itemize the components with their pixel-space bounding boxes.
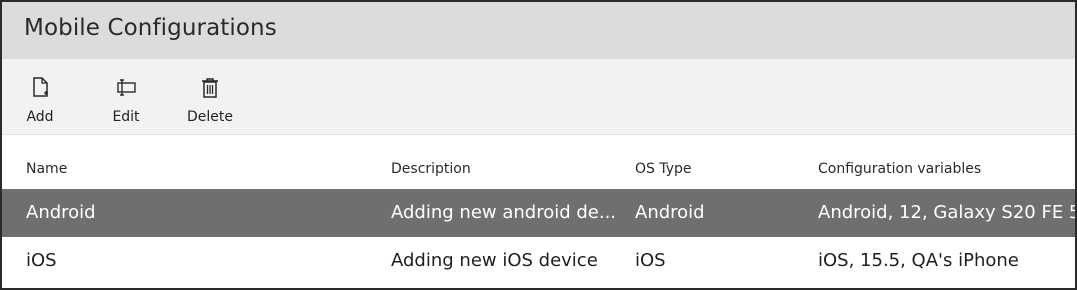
column-header-configuration-variables[interactable]: Configuration variables — [818, 161, 981, 177]
column-header-description[interactable]: Description — [391, 161, 471, 177]
cell-configuration-variables: Android, 12, Galaxy S20 FE 5G — [818, 202, 1077, 223]
add-button-label: Add — [26, 109, 54, 125]
add-button[interactable]: Add — [10, 75, 70, 127]
edit-field-icon — [117, 79, 136, 96]
column-header-name[interactable]: Name — [26, 161, 67, 177]
title-bar: Mobile Configurations — [2, 2, 1075, 59]
edit-button[interactable]: Edit — [96, 75, 156, 127]
delete-button[interactable]: Delete — [180, 75, 240, 127]
toolbar: Add Edit Delete — [2, 59, 1075, 135]
edit-button-label: Edit — [112, 109, 140, 125]
cell-description: Adding new iOS device — [391, 250, 598, 271]
cell-configuration-variables: iOS, 15.5, QA's iPhone — [818, 250, 1019, 271]
table-row[interactable]: Android Adding new android de... Android… — [2, 189, 1075, 237]
cell-description: Adding new android de... — [391, 202, 617, 223]
page-title: Mobile Configurations — [24, 15, 277, 41]
document-add-icon — [33, 77, 48, 97]
cell-os-type: iOS — [635, 250, 666, 271]
table-row[interactable]: iOS Adding new iOS device iOS iOS, 15.5,… — [2, 237, 1075, 285]
trash-icon — [202, 78, 218, 98]
column-header-os-type[interactable]: OS Type — [635, 161, 692, 177]
delete-button-label: Delete — [187, 109, 233, 125]
cell-name: Android — [26, 202, 96, 223]
table-header: Name Description OS Type Configuration v… — [2, 135, 1075, 189]
cell-os-type: Android — [635, 202, 705, 223]
cell-name: iOS — [26, 250, 57, 271]
mobile-configurations-panel: Mobile Configurations Add Edit Delete Na… — [0, 0, 1077, 290]
